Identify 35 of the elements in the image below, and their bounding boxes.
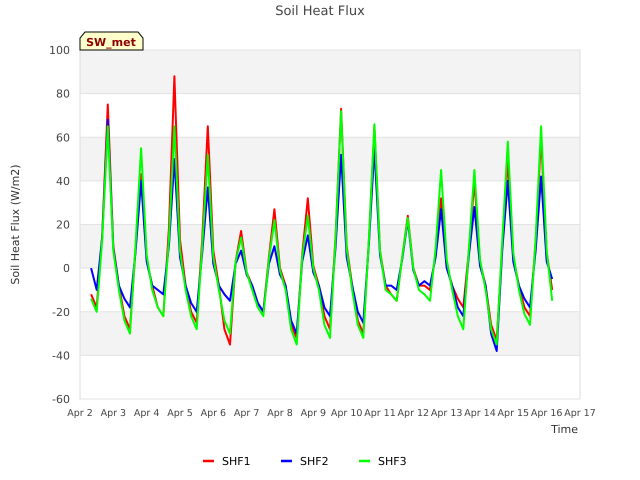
legend-label: SHF2 [300, 455, 329, 468]
x-tick-label: Apr 4 [134, 408, 160, 419]
x-tick-label: Apr 13 [430, 408, 462, 419]
x-tick-label: Apr 14 [464, 408, 496, 419]
legend-label: SHF1 [222, 455, 251, 468]
x-tick-label: Apr 5 [167, 408, 193, 419]
y-tick-label: -40 [52, 349, 70, 362]
site-tag: SW_met [80, 32, 144, 50]
y-tick-label: 100 [49, 44, 70, 57]
x-tick-label: Apr 8 [267, 408, 293, 419]
x-tick-label: Apr 2 [67, 408, 93, 419]
x-tick-label: Apr 3 [100, 408, 126, 419]
y-tick-label: -60 [52, 393, 70, 406]
x-tick-label: Apr 16 [530, 408, 562, 419]
x-tick-label: Apr 10 [330, 408, 362, 419]
y-tick-label: 20 [56, 218, 70, 232]
legend-swatch-icon [359, 460, 370, 462]
y-tick-label: 40 [56, 174, 70, 188]
x-tick-label: Apr 12 [398, 408, 430, 419]
y-tick-label: 80 [56, 88, 70, 101]
x-tick-label: Apr 6 [200, 408, 226, 419]
legend-swatch-icon [281, 460, 292, 462]
legend-label: SHF3 [378, 455, 407, 468]
x-tick-label: Apr 11 [364, 408, 396, 419]
x-tick-label: Apr 9 [300, 408, 326, 419]
x-axis-label: Time [551, 423, 578, 436]
legend-swatch-icon [203, 460, 214, 462]
y-axis-label: Soil Heat Flux (W/m2) [9, 164, 22, 285]
y-tick-label: 0 [63, 262, 70, 276]
chart-title: Soil Heat Flux [275, 4, 365, 19]
x-tick-label: Apr 7 [234, 408, 260, 419]
x-tick-label: Apr 17 [564, 408, 596, 419]
y-tick-label: 60 [56, 131, 70, 144]
y-tick-label: -20 [52, 306, 70, 319]
x-tick-label: Apr 15 [498, 408, 530, 419]
